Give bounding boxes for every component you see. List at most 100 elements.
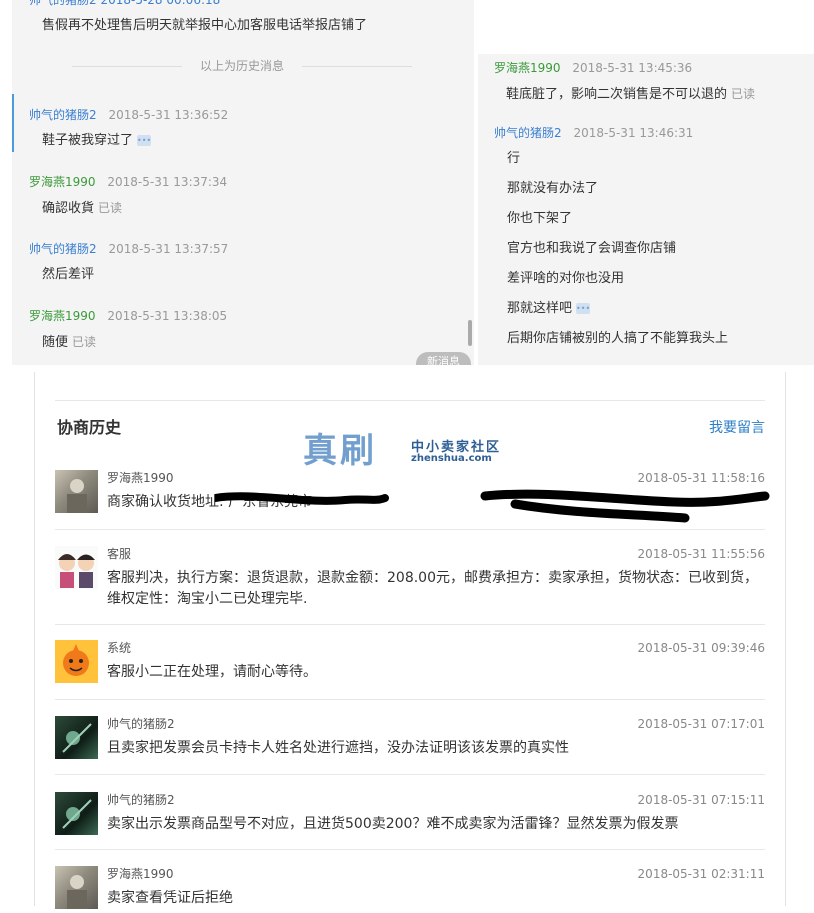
item-time: 2018-05-31 07:15:11: [637, 793, 765, 807]
message-time: 2018-5-31 13:37:57: [108, 242, 229, 256]
author-name: 帅气的猪肠2: [107, 793, 175, 807]
chat-message: 帅气的猪肠2 2018-5-31 13:36:52 鞋子被我穿过了 •••: [12, 107, 452, 149]
scrollbar-thumb[interactable]: [468, 320, 472, 346]
history-item: 客服 2018-05-31 11:55:56 客服判决，执行方案：退货退款，退款…: [55, 546, 765, 607]
system-mascot-icon: [55, 640, 98, 683]
chat-line: 那就没有办法了: [507, 181, 599, 196]
chat-message: 罗海燕1990 2018-5-31 13:37:34 确認收貨 已读: [12, 174, 452, 217]
author-name: 罗海燕1990: [107, 471, 174, 485]
read-status: 已读: [72, 335, 97, 349]
divider-line: [55, 400, 765, 401]
message-time: 2018-5-31 13:36:52: [108, 108, 229, 122]
sender-name: 帅气的猪肠2: [29, 108, 97, 122]
section-title: 协商历史: [57, 418, 122, 437]
chat-message: 罗海燕1990 2018-5-31 13:45:36 鞋底脏了，影响二次销售是不…: [478, 60, 808, 103]
divider-line: [55, 624, 765, 625]
sender-name: 帅气的猪肠2: [29, 242, 97, 256]
redaction-scribble: [215, 489, 770, 523]
chat-message-meta: 罗海燕1990 2018-5-31 13:37:34: [29, 174, 452, 190]
read-status: 已读: [98, 201, 123, 215]
history-item: 帅气的猪肠2 2018-05-31 07:17:01 且卖家把发票会员卡持卡人姓…: [55, 716, 765, 766]
read-status: 已读: [731, 87, 756, 101]
chat-line: 那就这样吧 •••: [507, 301, 590, 317]
author-name: 罗海燕1990: [107, 867, 174, 881]
person-photo-icon: [67, 479, 87, 513]
chat-line: 官方也和我说了会调查你店铺: [507, 241, 677, 256]
emoji-icon: •••: [137, 135, 152, 146]
chat-message-meta: 罗海燕1990 2018-5-31 13:38:05: [29, 308, 452, 324]
avatar: [55, 640, 98, 683]
message-body: 确認收貨: [42, 201, 95, 216]
chat-panel-right[interactable]: 罗海燕1990 2018-5-31 13:45:36 鞋底脏了，影响二次销售是不…: [478, 54, 814, 365]
message-body: 那就这样吧: [507, 301, 573, 316]
person-photo-icon: [67, 875, 87, 909]
sender-name: 罗海燕1990: [29, 175, 96, 189]
chat-message-meta: 帅气的猪肠2 2018-5-31 13:36:52: [29, 107, 452, 123]
item-time: 2018-05-31 07:17:01: [637, 717, 765, 731]
chat-message-text: 售假再不处理售后明天就举报中心加客服电话举报店铺了: [42, 18, 368, 33]
chat-message-meta: 帅气的猪肠2 2018-5-31 13:46:31: [494, 125, 808, 141]
history-divider: 以上为历史消息: [72, 58, 412, 74]
item-time: 2018-05-31 11:55:56: [637, 547, 765, 561]
author-name: 帅气的猪肠2: [107, 717, 175, 731]
emoji-icon: •••: [576, 303, 591, 314]
avatar: [55, 866, 98, 909]
item-time: 2018-05-31 02:31:11: [637, 867, 765, 881]
watermark-logo: 真刷 中小卖家社区 zhenshua.com: [303, 430, 543, 472]
history-item: 罗海燕1990 2018-05-31 11:58:16 商家确认收货地址: 广东…: [55, 470, 770, 523]
dark-photo-icon: [62, 799, 92, 829]
chat-line: 差评啥的对你也没用: [507, 271, 625, 286]
watermark-main-text: 真刷: [303, 431, 377, 471]
chat-panel-left[interactable]: 帅气的猪肠2 2018-5-28 00:06:18 售假再不处理售后明天就举报中…: [12, 0, 474, 365]
divider-line: [55, 849, 765, 850]
negotiation-history-panel: 协商历史 我要留言 真刷 中小卖家社区 zhenshua.com 罗海燕1990…: [34, 372, 786, 909]
message-time: 2018-5-31 13:45:36: [572, 61, 693, 75]
chat-message: 罗海燕1990 2018-5-31 13:38:05 随便 已读: [12, 308, 452, 351]
history-item: 帅气的猪肠2 2018-05-31 07:15:11 卖家出示发票商品型号不对应…: [55, 792, 765, 842]
avatar: [55, 792, 98, 835]
author-name: 客服: [107, 547, 132, 561]
item-time: 2018-05-31 09:39:46: [637, 641, 765, 655]
chat-message-header: 帅气的猪肠2 2018-5-31 13:46:31: [478, 125, 808, 141]
divider-line: [55, 774, 765, 775]
message-body: 鞋底脏了，影响二次销售是不可以退的: [506, 87, 728, 102]
message-body: 然后差评: [42, 267, 95, 282]
history-item: 系统 2018-05-31 09:39:46 客服小二正在处理，请耐心等待。: [55, 640, 765, 690]
service-agent-icon: [55, 546, 98, 589]
message-body: 随便: [42, 335, 69, 350]
message-time: 2018-5-31 13:38:05: [107, 309, 228, 323]
divider-line: [55, 699, 765, 700]
message-time: 2018-5-31 13:46:31: [573, 126, 694, 140]
chat-message-meta: 帅气的猪肠2 2018-5-31 13:37:57: [29, 241, 452, 257]
chat-line: 后期你店铺被别的人搞了不能算我头上: [507, 331, 729, 346]
new-message-button[interactable]: 新消息: [416, 352, 471, 365]
sender-name: 罗海燕1990: [494, 61, 561, 75]
message-body: 鞋子被我穿过了: [42, 133, 134, 148]
chat-message-text: 鞋子被我穿过了 •••: [42, 133, 452, 149]
item-text: 客服小二正在处理，请耐心等待。: [107, 664, 317, 680]
sender-name: 罗海燕1990: [29, 309, 96, 323]
chat-message-meta: 帅气的猪肠2 2018-5-28 00:06:18: [29, 0, 221, 7]
chat-message-meta: 罗海燕1990 2018-5-31 13:45:36: [494, 60, 808, 76]
chat-message: 帅气的猪肠2 2018-5-31 13:37:57 然后差评: [12, 241, 452, 283]
avatar: [55, 546, 98, 589]
avatar: [55, 716, 98, 759]
chat-message-text: 然后差评: [42, 267, 452, 283]
message-time: 2018-5-31 13:37:34: [107, 175, 228, 189]
chat-line: 行: [507, 151, 521, 166]
item-text: 且卖家把发票会员卡持卡人姓名处进行遮挡，没办法证明该该发票的真实性: [107, 740, 569, 756]
avatar: [55, 470, 98, 513]
chat-message-text: 鞋底脏了，影响二次销售是不可以退的 已读: [506, 86, 808, 103]
chat-message-partial: 帅气的猪肠2 2018-5-28 00:06:18 售假再不处理售后明天就举报中…: [12, 0, 452, 34]
divider-line: [302, 66, 412, 67]
history-item: 罗海燕1990 2018-05-31 02:31:11 卖家查看凭证后拒绝: [55, 866, 765, 909]
sender-name: 帅气的猪肠2: [494, 126, 562, 140]
dark-photo-icon: [62, 723, 92, 753]
watermark-domain-text: zhenshua.com: [411, 453, 492, 464]
chat-message-text: 随便 已读: [42, 334, 452, 351]
chat-line: 你也下架了: [507, 211, 573, 226]
leave-message-link[interactable]: 我要留言: [709, 419, 765, 437]
author-name: 系统: [107, 641, 132, 655]
item-text: 卖家出示发票商品型号不对应，且进货500卖200？难不成卖家为活雷锋？显然发票为…: [107, 816, 679, 832]
chat-message-text: 确認收貨 已读: [42, 200, 452, 217]
